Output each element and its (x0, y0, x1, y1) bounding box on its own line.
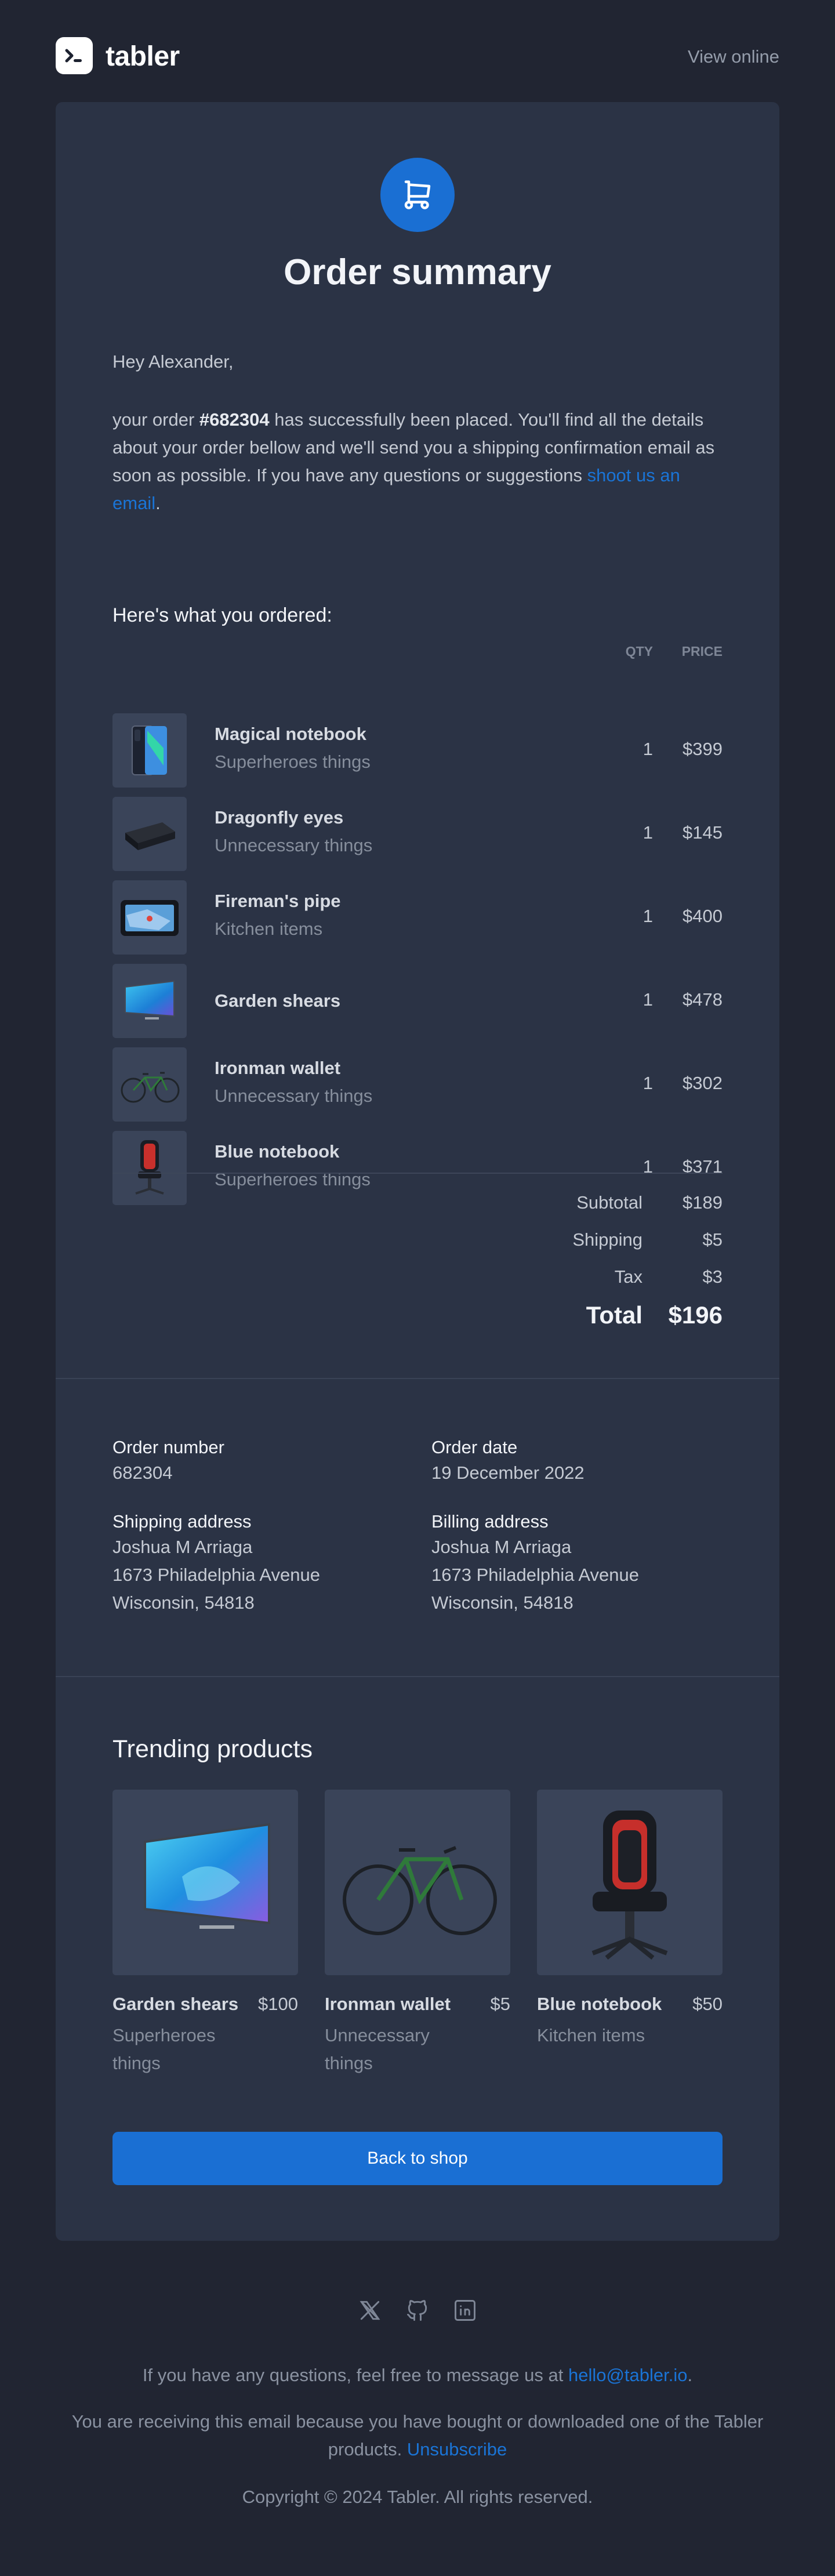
gps-device-image (112, 880, 187, 955)
product-price: $5 (490, 1994, 510, 2014)
shipping-value: $5 (702, 1229, 723, 1250)
product-category: Kitchen items (537, 2025, 645, 2045)
github-icon[interactable] (405, 2298, 430, 2323)
product-category: Unnecessary things (325, 2025, 430, 2073)
total-value: $196 (668, 1301, 723, 1329)
shipping-label: Shipping (572, 1229, 642, 1250)
item-price: $399 (682, 739, 723, 759)
qty-column-header: QTY (625, 644, 653, 659)
item-qty: 1 (642, 822, 653, 843)
email-header: tabler View online (56, 35, 779, 77)
tax-label: Tax (614, 1267, 642, 1287)
product-name[interactable]: Blue notebook (537, 1994, 662, 2015)
footer-question: If you have any questions, feel free to … (56, 2361, 779, 2389)
item-price: $478 (682, 989, 723, 1010)
intro-text: . (155, 493, 161, 513)
item-name: Garden shears (215, 991, 341, 1011)
order-reference: #682304 (199, 409, 270, 430)
item-qty: 1 (642, 906, 653, 926)
shipping-address-line: Wisconsin, 54818 (112, 1592, 255, 1613)
page-title: Order summary (284, 252, 551, 292)
order-card: Order summary Hey Alexander, your order … (56, 102, 779, 2241)
section-divider (56, 1378, 779, 1379)
order-item-row: Fireman's pipe Kitchen items 1 $400 (112, 880, 723, 955)
brand-name[interactable]: tabler (106, 41, 180, 72)
item-price: $145 (682, 822, 723, 843)
footer-text: . (687, 2365, 693, 2385)
item-name: Dragonfly eyes (215, 807, 344, 828)
billing-address-line: Joshua M Arriaga (431, 1537, 572, 1557)
price-column-header: PRICE (681, 644, 723, 659)
order-date-value: 19 December 2022 (431, 1463, 584, 1483)
product-name[interactable]: Ironman wallet (325, 1994, 451, 2015)
order-item-row: Dragonfly eyes Unnecessary things 1 $145 (112, 797, 723, 871)
shipping-address-line: Joshua M Arriaga (112, 1537, 253, 1557)
smartphone-image (112, 713, 187, 788)
subtotal-value: $189 (682, 1192, 723, 1213)
items-divider (112, 1173, 723, 1174)
shipping-address-line: 1673 Philadelphia Avenue (112, 1565, 320, 1585)
section-divider (56, 1676, 779, 1677)
tv-image (112, 964, 187, 1038)
product-category: Superheroes things (112, 2025, 216, 2073)
greeting: Hey Alexander, (112, 351, 234, 372)
trending-heading: Trending products (112, 1735, 313, 1763)
copyright: Copyright © 2024 Tabler. All rights rese… (242, 2487, 593, 2507)
product-name[interactable]: Garden shears (112, 1994, 238, 2015)
total-row: Total $196 (112, 1301, 723, 1336)
gaming-chair-image[interactable] (537, 1790, 723, 1975)
item-category: Kitchen items (215, 919, 323, 939)
total-label: Total (586, 1301, 642, 1329)
shipping-row: Shipping $5 (112, 1229, 723, 1257)
product-price: $50 (692, 1994, 723, 2014)
tabler-logo-icon[interactable] (56, 37, 93, 74)
item-qty: 1 (642, 1073, 653, 1093)
item-category: Unnecessary things (215, 835, 373, 855)
tv-image[interactable] (112, 1790, 298, 1975)
item-price: $371 (682, 1156, 723, 1177)
item-category: Superheroes things (215, 752, 371, 772)
item-category: Unnecessary things (215, 1086, 373, 1106)
intro-text: your order (112, 409, 199, 430)
billing-address-line: Wisconsin, 54818 (431, 1592, 573, 1613)
item-qty: 1 (642, 1156, 653, 1177)
tax-value: $3 (702, 1267, 723, 1287)
shopping-cart-icon (380, 158, 455, 232)
order-item-row: Magical notebook Superheroes things 1 $3… (112, 713, 723, 788)
x-icon[interactable] (357, 2298, 383, 2323)
back-to-shop-button[interactable]: Back to shop (112, 2132, 723, 2185)
billing-address-label: Billing address (431, 1511, 549, 1532)
order-item-row: Garden shears 1 $478 (112, 964, 723, 1038)
item-qty: 1 (642, 989, 653, 1010)
footer-text: If you have any questions, feel free to … (142, 2365, 568, 2385)
subtotal-label: Subtotal (576, 1192, 642, 1213)
product-price: $100 (258, 1994, 298, 2014)
support-email-link[interactable]: hello@tabler.io (568, 2365, 688, 2385)
item-price: $302 (682, 1073, 723, 1093)
footer-receiving: You are receiving this email because you… (56, 2408, 779, 2463)
bicycle-image[interactable] (325, 1790, 510, 1975)
order-intro: your order #682304 has successfully been… (112, 406, 721, 517)
item-name: Magical notebook (215, 724, 366, 744)
item-qty: 1 (642, 739, 653, 759)
subtotal-row: Subtotal $189 (112, 1192, 723, 1220)
order-number-label: Order number (112, 1437, 224, 1457)
tax-row: Tax $3 (112, 1267, 723, 1294)
item-name: Blue notebook (215, 1141, 340, 1162)
order-date-label: Order date (431, 1437, 518, 1457)
item-name: Ironman wallet (215, 1058, 341, 1078)
linkedin-icon[interactable] (452, 2298, 478, 2323)
order-item-row: Ironman wallet Unnecessary things 1 $302 (112, 1047, 723, 1122)
order-number-value: 682304 (112, 1463, 173, 1483)
item-name: Fireman's pipe (215, 891, 341, 911)
billing-address-line: 1673 Philadelphia Avenue (431, 1565, 639, 1585)
shipping-address-label: Shipping address (112, 1511, 252, 1532)
hard-drive-image (112, 797, 187, 871)
unsubscribe-link[interactable]: Unsubscribe (407, 2439, 507, 2459)
view-online-link[interactable]: View online (688, 46, 779, 67)
ordered-heading: Here's what you ordered: (112, 604, 332, 626)
item-price: $400 (682, 906, 723, 926)
bicycle-image (112, 1047, 187, 1122)
